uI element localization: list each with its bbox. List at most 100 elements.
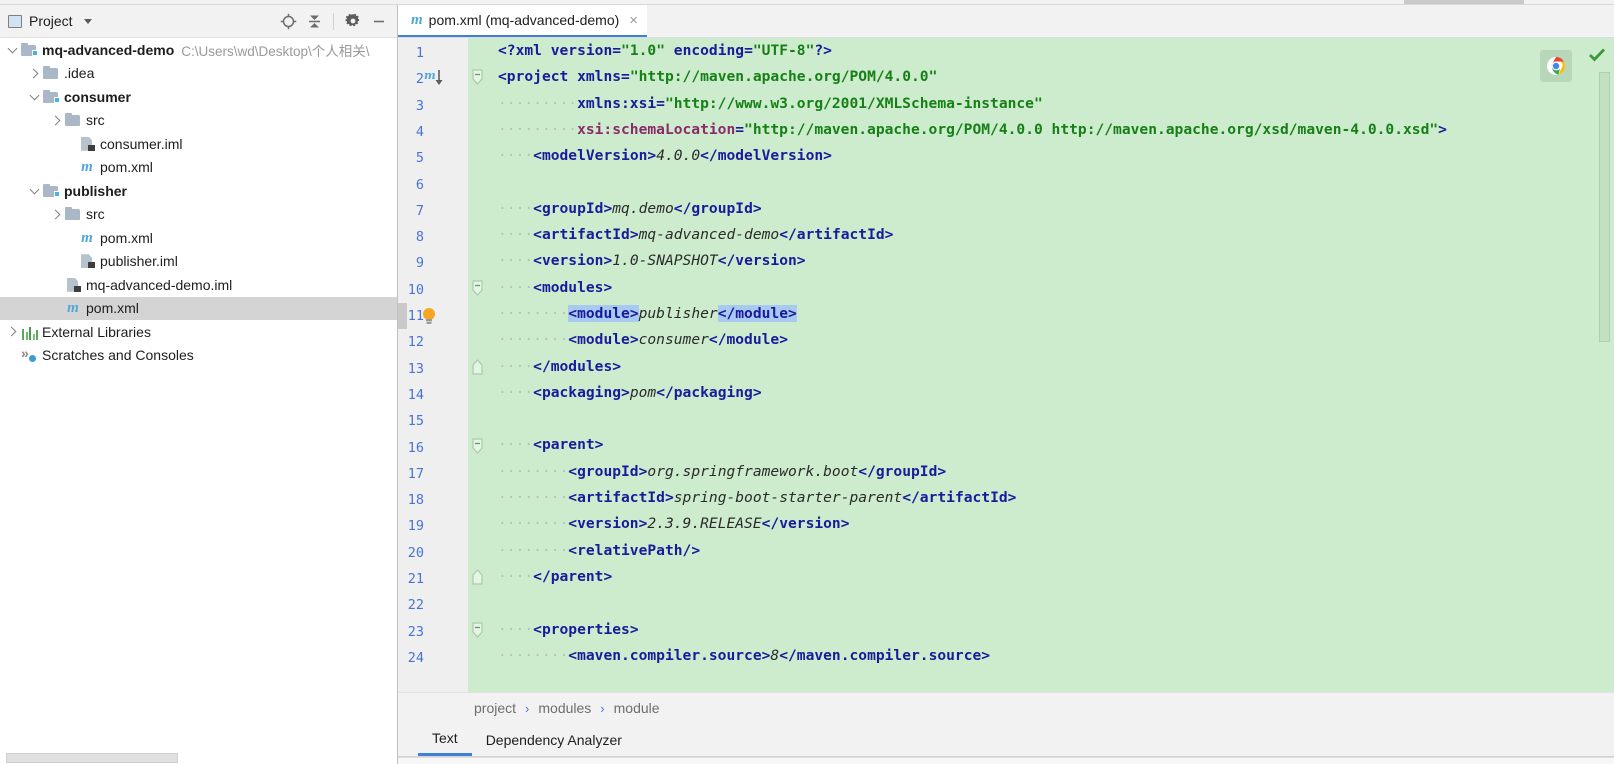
code-content[interactable]: <?xml version="1.0" encoding="UTF-8"?> <p… bbox=[490, 38, 1614, 692]
fold-region-toggle[interactable] bbox=[471, 435, 484, 461]
tree-item-consumer[interactable]: consumer bbox=[0, 85, 397, 109]
tree-item-pom-xml[interactable]: m pom.xml bbox=[0, 156, 397, 180]
bottom-tab-dependency-analyzer[interactable]: Dependency Analyzer bbox=[472, 723, 636, 756]
code-line[interactable]: ········<relativePath/> bbox=[490, 538, 1614, 564]
code-line[interactable]: ·········xsi:schemaLocation="http://mave… bbox=[490, 117, 1614, 143]
fold-end-marker[interactable] bbox=[471, 566, 484, 592]
line-number[interactable]: 10 bbox=[384, 277, 424, 303]
line-number[interactable]: 23 bbox=[384, 619, 424, 645]
line-number[interactable]: 6 bbox=[384, 172, 424, 198]
intention-bulb-icon[interactable] bbox=[418, 303, 440, 329]
line-number[interactable]: 21 bbox=[384, 566, 424, 592]
fold-region-toggle[interactable] bbox=[471, 66, 484, 92]
fold-region-toggle[interactable] bbox=[471, 619, 484, 645]
tree-item-scratches-and-consoles[interactable]: Scratches and Consoles bbox=[0, 344, 397, 368]
line-number[interactable]: 7 bbox=[384, 198, 424, 224]
locate-target-icon[interactable] bbox=[276, 9, 300, 33]
project-tool-window-title[interactable]: Project bbox=[8, 13, 92, 29]
line-number[interactable]: 5 bbox=[384, 145, 424, 171]
code-line[interactable]: ········<groupId>org.springframework.boo… bbox=[490, 459, 1614, 485]
chevron-down-icon[interactable] bbox=[4, 42, 20, 58]
code-line[interactable]: ········<artifactId>spring-boot-starter-… bbox=[490, 485, 1614, 511]
code-line[interactable]: ····<modelVersion>4.0.0</modelVersion> bbox=[490, 143, 1614, 169]
code-line[interactable]: ····<artifactId>mq-advanced-demo</artifa… bbox=[490, 222, 1614, 248]
tree-item-pom-xml[interactable]: m pom.xml bbox=[0, 296, 397, 320]
chevron-right-icon[interactable] bbox=[4, 324, 20, 340]
breadcrumb-item-modules[interactable]: modules bbox=[538, 700, 591, 716]
project-tree-horizontal-scrollbar[interactable] bbox=[0, 750, 397, 764]
tree-item-external-libraries[interactable]: External Libraries bbox=[0, 320, 397, 344]
line-number[interactable]: 2 bbox=[384, 66, 424, 92]
line-number[interactable]: 16 bbox=[384, 435, 424, 461]
editor-bottom-tabs[interactable]: Text Dependency Analyzer bbox=[398, 723, 1614, 757]
code-line[interactable]: ····<parent> bbox=[490, 432, 1614, 458]
code-line[interactable]: <project xmlns="http://maven.apache.org/… bbox=[490, 64, 1614, 90]
code-line[interactable]: ····<modules> bbox=[490, 275, 1614, 301]
line-number[interactable]: 12 bbox=[384, 329, 424, 355]
line-number[interactable]: 9 bbox=[384, 250, 424, 276]
tree-item-idea[interactable]: .idea bbox=[0, 62, 397, 86]
code-line[interactable]: ········<maven.compiler.source>8</maven.… bbox=[490, 643, 1614, 669]
code-line[interactable]: ········<version>2.3.9.RELEASE</version> bbox=[490, 511, 1614, 537]
line-number[interactable]: 24 bbox=[384, 645, 424, 671]
editor-gutter[interactable]: 1 2 m 3 4 5 6 7 8 9 10 11 12 13 14 15 16 17 18 19 20 21 22 23 24 bbox=[398, 38, 468, 692]
tree-item-publisher[interactable]: publisher bbox=[0, 179, 397, 203]
code-line[interactable]: <?xml version="1.0" encoding="UTF-8"?> bbox=[490, 38, 1614, 64]
fold-end-marker[interactable] bbox=[471, 356, 484, 382]
code-line[interactable]: ········<module>consumer</module> bbox=[490, 327, 1614, 353]
gear-icon[interactable] bbox=[341, 9, 365, 33]
code-line[interactable] bbox=[490, 406, 1614, 432]
tree-item-consumer-iml[interactable]: consumer.iml bbox=[0, 132, 397, 156]
code-line[interactable]: ····<groupId>mq.demo</groupId> bbox=[490, 196, 1614, 222]
tree-item-publisher-iml[interactable]: publisher.iml bbox=[0, 250, 397, 274]
tree-item-src[interactable]: src bbox=[0, 203, 397, 227]
code-line[interactable] bbox=[490, 590, 1614, 616]
code-line[interactable]: ·········xmlns:xsi="http://www.w3.org/20… bbox=[490, 91, 1614, 117]
chevron-down-icon[interactable] bbox=[26, 89, 42, 105]
code-folding-column[interactable] bbox=[468, 38, 490, 692]
code-line[interactable]: ····<properties> bbox=[490, 617, 1614, 643]
line-number[interactable]: 8 bbox=[384, 224, 424, 250]
maven-reimport-icon[interactable]: m bbox=[423, 66, 449, 92]
line-number[interactable]: 15 bbox=[384, 408, 424, 434]
code-line[interactable]: ········<module>publisher</module> bbox=[490, 301, 1614, 327]
line-number[interactable]: 4 bbox=[384, 119, 424, 145]
breadcrumb-item-project[interactable]: project bbox=[474, 700, 516, 716]
chevron-down-icon[interactable] bbox=[26, 183, 42, 199]
code-line[interactable]: ····<version>1.0-SNAPSHOT</version> bbox=[490, 248, 1614, 274]
chevron-right-icon[interactable] bbox=[48, 112, 64, 128]
line-number[interactable]: 1 bbox=[384, 40, 424, 66]
fold-region-toggle[interactable] bbox=[471, 277, 484, 303]
chevron-right-icon[interactable] bbox=[48, 206, 64, 222]
chevron-down-icon[interactable] bbox=[83, 18, 92, 24]
code-line[interactable]: ····<packaging>pom</packaging> bbox=[490, 380, 1614, 406]
chevron-right-icon[interactable] bbox=[26, 65, 42, 81]
breadcrumb-item-module[interactable]: module bbox=[614, 700, 660, 716]
tree-item-pom-xml[interactable]: m pom.xml bbox=[0, 226, 397, 250]
tree-item-mq-advanced-demo[interactable]: mq-advanced-demo C:\Users\wd\Desktop\个人相关… bbox=[0, 38, 397, 62]
editor-vertical-scrollbar-thumb[interactable] bbox=[1599, 72, 1610, 342]
line-number[interactable]: 17 bbox=[384, 461, 424, 487]
code-line[interactable] bbox=[490, 169, 1614, 195]
project-tree[interactable]: mq-advanced-demo C:\Users\wd\Desktop\个人相关… bbox=[0, 38, 397, 750]
line-number[interactable]: 19 bbox=[384, 513, 424, 539]
tree-item-mq-advanced-demo-iml[interactable]: mq-advanced-demo.iml bbox=[0, 273, 397, 297]
collapse-all-icon[interactable] bbox=[302, 9, 326, 33]
line-number[interactable]: 14 bbox=[384, 382, 424, 408]
line-number[interactable]: 22 bbox=[384, 592, 424, 618]
breadcrumb[interactable]: project › modules › module bbox=[398, 692, 1614, 723]
line-number[interactable]: 13 bbox=[384, 356, 424, 382]
chrome-browser-icon[interactable] bbox=[1540, 50, 1572, 82]
minimize-icon[interactable] bbox=[367, 9, 391, 33]
inspection-ok-check-icon[interactable] bbox=[1588, 46, 1606, 64]
scrollbar-thumb[interactable] bbox=[6, 753, 178, 763]
line-number[interactable]: 3 bbox=[384, 93, 424, 119]
code-editor[interactable]: 1 2 m 3 4 5 6 7 8 9 10 11 12 13 14 15 16 17 18 19 20 21 22 23 24… bbox=[398, 38, 1614, 692]
bottom-tab-text[interactable]: Text bbox=[418, 723, 472, 756]
code-line[interactable]: ····</modules> bbox=[490, 354, 1614, 380]
line-number[interactable]: 18 bbox=[384, 487, 424, 513]
close-icon[interactable]: × bbox=[629, 13, 638, 28]
code-line[interactable]: ····</parent> bbox=[490, 564, 1614, 590]
tree-item-src[interactable]: src bbox=[0, 109, 397, 133]
line-number[interactable]: 20 bbox=[384, 540, 424, 566]
